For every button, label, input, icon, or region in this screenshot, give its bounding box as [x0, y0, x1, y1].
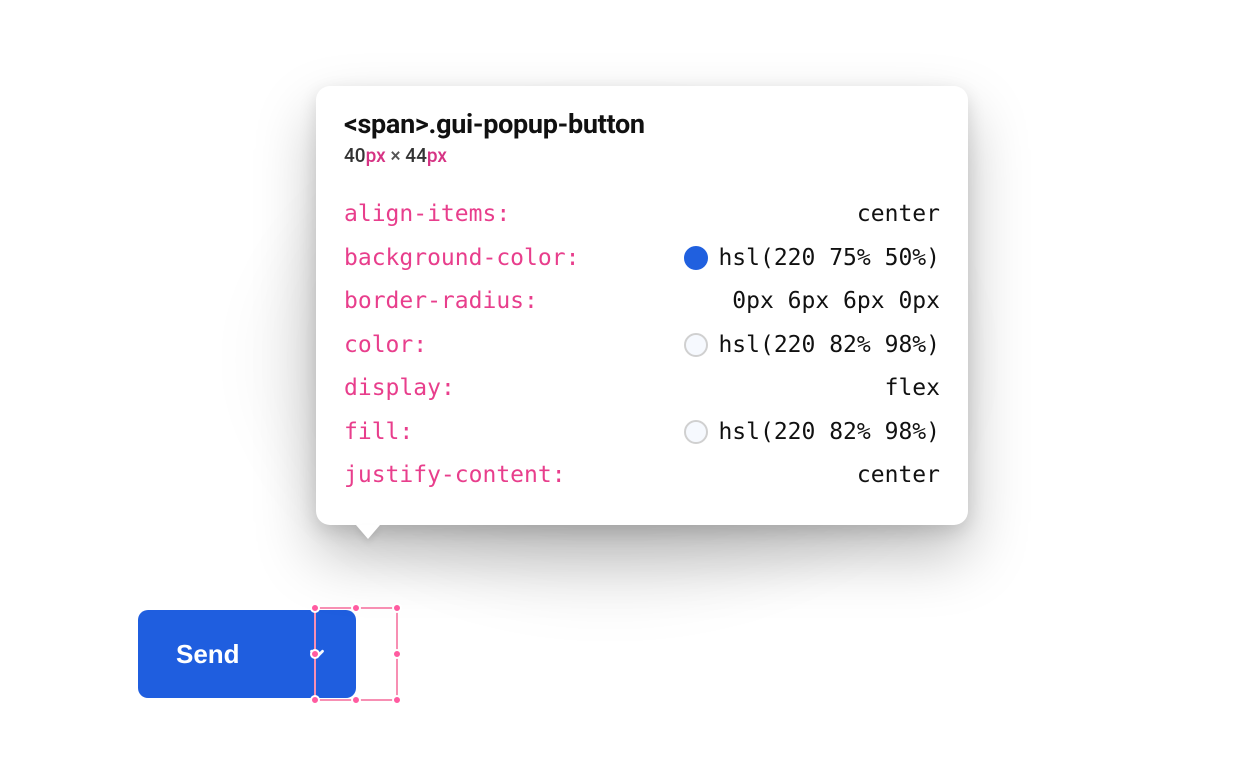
tooltip-height-value: 44	[405, 144, 427, 167]
css-property-row: background-color: hsl(220 75% 50%)	[344, 236, 940, 280]
css-property-row: border-radius: 0px 6px 6px 0px	[344, 280, 940, 323]
css-property-row: color: hsl(220 82% 98%)	[344, 323, 940, 367]
css-prop-key: fill:	[344, 421, 413, 444]
css-inspector-tooltip: <span>.gui-popup-button 40px × 44px alig…	[316, 86, 968, 525]
css-prop-value: hsl(220 82% 98%)	[684, 420, 940, 444]
tooltip-dim-separator: ×	[386, 144, 406, 167]
css-property-row: justify-content: center	[344, 454, 940, 497]
css-prop-value: hsl(220 82% 98%)	[684, 333, 940, 357]
css-prop-key: display:	[344, 377, 455, 400]
tooltip-selector-title: <span>.gui-popup-button	[344, 108, 940, 140]
resize-handle[interactable]	[392, 695, 402, 705]
css-property-row: display: flex	[344, 367, 940, 410]
css-property-list: align-items: center background-color: hs…	[344, 193, 940, 497]
color-swatch-icon	[684, 246, 708, 270]
chevron-down-icon	[306, 643, 328, 665]
css-prop-key: color:	[344, 334, 427, 357]
popup-dropdown-button[interactable]	[278, 610, 356, 698]
tooltip-height-unit: px	[427, 144, 447, 167]
css-prop-key: border-radius:	[344, 290, 538, 313]
css-prop-key: background-color:	[344, 247, 579, 270]
css-prop-key: justify-content:	[344, 464, 566, 487]
css-prop-value: center	[857, 464, 940, 487]
color-swatch-icon	[684, 420, 708, 444]
tooltip-width-unit: px	[366, 144, 386, 167]
css-prop-value: hsl(220 75% 50%)	[684, 246, 940, 270]
css-prop-value: 0px 6px 6px 0px	[732, 290, 940, 313]
send-button[interactable]: Send	[138, 610, 278, 698]
css-prop-value: flex	[885, 377, 940, 400]
tooltip-dimensions: 40px × 44px	[344, 144, 940, 167]
css-property-row: align-items: center	[344, 193, 940, 236]
css-prop-key: align-items:	[344, 203, 510, 226]
css-property-row: fill: hsl(220 82% 98%)	[344, 410, 940, 454]
css-prop-value: center	[857, 203, 940, 226]
color-swatch-icon	[684, 333, 708, 357]
split-button-group: Send	[138, 610, 356, 698]
tooltip-width-value: 40	[344, 144, 366, 167]
